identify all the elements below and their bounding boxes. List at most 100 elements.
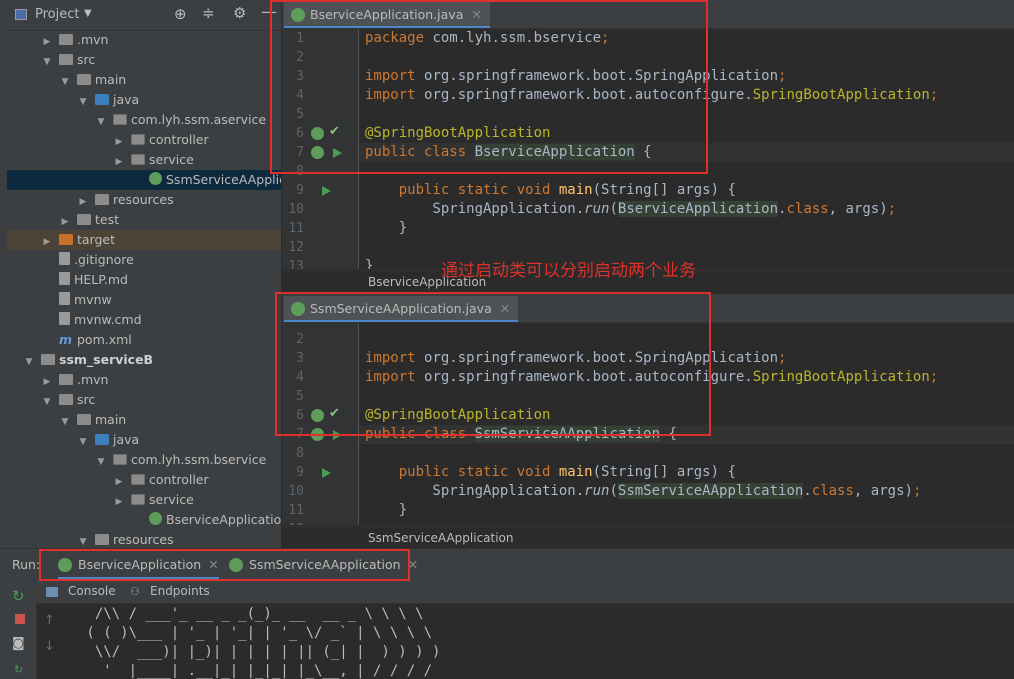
code-line[interactable]: import org.springframework.boot.SpringAp…	[365, 67, 786, 86]
chevron-right-icon[interactable]: ▶	[113, 492, 125, 512]
code-line[interactable]: public class BserviceApplication {	[365, 143, 652, 162]
code-line[interactable]: public class SsmServiceAApplication {	[365, 425, 677, 444]
chevron-down-icon[interactable]: ▼	[84, 8, 92, 19]
code-line[interactable]: }	[365, 257, 373, 269]
code-line[interactable]: }	[365, 501, 407, 520]
chevron-right-icon[interactable]: ▶	[113, 132, 125, 152]
source-folder-icon	[95, 94, 109, 105]
chevron-down-icon[interactable]: ▼	[23, 352, 35, 372]
run-gutter-icon[interactable]	[322, 468, 331, 478]
locate-icon[interactable]: ⊕	[174, 5, 187, 23]
tree-item[interactable]: ▼ com.lyh.ssm.aservice	[7, 110, 281, 130]
collapse-icon[interactable]: ≑	[202, 4, 215, 22]
tree-item[interactable]: ▶ test	[7, 210, 281, 230]
chevron-down-icon[interactable]: ▼	[77, 532, 89, 548]
run-gutter-icon[interactable]	[333, 148, 342, 158]
chevron-down-icon[interactable]: ▼	[41, 52, 53, 72]
bean-icon[interactable]	[311, 409, 324, 422]
chevron-down-icon[interactable]: ▼	[95, 452, 107, 472]
spring-class-icon[interactable]	[311, 428, 324, 441]
tree-item[interactable]: m pom.xml	[7, 330, 281, 350]
close-icon[interactable]: ✕	[408, 557, 418, 572]
code-line[interactable]: @SpringBootApplication	[365, 124, 550, 143]
chevron-right-icon[interactable]: ▶	[41, 372, 53, 392]
tree-item[interactable]: ▶ service	[7, 150, 281, 170]
tree-item[interactable]: ▼ java	[7, 430, 281, 450]
tree-item[interactable]: .gitignore	[7, 250, 281, 270]
code-token: }	[365, 502, 408, 518]
chevron-right-icon[interactable]: ▶	[59, 212, 71, 232]
checked-icon[interactable]: ✔	[329, 406, 340, 421]
tree-item[interactable]: ▶ .mvn	[7, 370, 281, 390]
tree-item[interactable]: ▶ resources	[7, 190, 281, 210]
code-token: ;	[912, 483, 922, 499]
tree-item[interactable]: ▼ com.lyh.ssm.bservice	[7, 450, 281, 470]
editor-top-code[interactable]: 1 package com.lyh.ssm.bservice; 2 3 import o…	[282, 29, 1014, 269]
tree-item[interactable]: ▶ service	[7, 490, 281, 510]
rerun-icon[interactable]: ↻	[12, 587, 25, 605]
editor-bottom-code[interactable]: 2 3 import org.springframework.boot.Spring…	[282, 323, 1014, 525]
folder-icon	[95, 534, 109, 545]
tree-item[interactable]: ▼ ssm_serviceB	[7, 350, 281, 370]
code-line[interactable]: import org.springframework.boot.autoconf…	[365, 86, 938, 105]
close-icon[interactable]: ✕	[500, 301, 510, 316]
editor-tab-bservice[interactable]: BserviceApplication.java ✕	[284, 2, 490, 28]
editor-tab-ssmservicea[interactable]: SsmServiceAApplication.java ✕	[284, 296, 519, 322]
editor-bottom-breadcrumb[interactable]: SsmServiceAApplication	[282, 526, 1014, 549]
tree-item[interactable]: SsmServiceAApplication	[7, 170, 281, 190]
tree-item[interactable]: ▼ src	[7, 390, 281, 410]
tree-item[interactable]: ▶ .mvn	[7, 30, 281, 50]
chevron-right-icon[interactable]: ▶	[113, 152, 125, 172]
run-tab-bservice[interactable]: BserviceApplication ✕	[58, 553, 219, 579]
project-title[interactable]: Project	[35, 7, 79, 22]
tree-item[interactable]: mvnw.cmd	[7, 310, 281, 330]
code-line[interactable]: }	[365, 219, 407, 238]
code-line[interactable]: import org.springframework.boot.autoconf…	[365, 368, 938, 387]
code-line[interactable]: public static void main(String[] args) {	[365, 463, 736, 482]
chevron-right-icon[interactable]: ▶	[41, 232, 53, 252]
code-line[interactable]: @SpringBootApplication	[365, 406, 550, 425]
project-panel: Project ▼ ⊕ ≑ ⚙ — ▶ .mvn ▼ src ▼ main ▼ java ▼ co…	[7, 0, 281, 548]
spring-class-icon[interactable]	[311, 146, 324, 159]
code-token: ;	[887, 201, 897, 217]
checked-icon[interactable]: ✔	[329, 124, 340, 139]
tree-item[interactable]: ▶ controller	[7, 130, 281, 150]
run-tab-ssmservicea[interactable]: SsmServiceAApplication ✕	[229, 553, 418, 577]
bean-icon[interactable]	[311, 127, 324, 140]
tree-item[interactable]: HELP.md	[7, 270, 281, 290]
chevron-down-icon[interactable]: ▼	[95, 112, 107, 132]
tree-item[interactable]: ▼ resources	[7, 530, 281, 548]
chevron-down-icon[interactable]: ▼	[59, 412, 71, 432]
chevron-right-icon[interactable]: ▶	[113, 472, 125, 492]
tree-item[interactable]: ▼ java	[7, 90, 281, 110]
tree-item[interactable]: ▼ src	[7, 50, 281, 70]
close-icon[interactable]: ✕	[471, 7, 481, 22]
code-line[interactable]: package com.lyh.ssm.bservice;	[365, 29, 609, 48]
code-line[interactable]: SpringApplication.run(BserviceApplicatio…	[365, 200, 896, 219]
chevron-down-icon[interactable]: ▼	[41, 392, 53, 412]
tree-item[interactable]: ▶ controller	[7, 470, 281, 490]
tree-item[interactable]: ▶ target	[7, 230, 281, 250]
code-line[interactable]: public static void main(String[] args) {	[365, 181, 736, 200]
tree-item[interactable]: mvnw	[7, 290, 281, 310]
close-icon[interactable]: ✕	[208, 557, 218, 572]
hide-icon[interactable]: —	[261, 2, 277, 21]
chevron-down-icon[interactable]: ▼	[77, 432, 89, 452]
run-gutter-icon[interactable]	[322, 186, 331, 196]
breadcrumb-item[interactable]: SsmServiceAApplication	[282, 531, 514, 545]
folder-icon	[77, 214, 91, 225]
chevron-down-icon[interactable]: ▼	[77, 92, 89, 112]
chevron-down-icon[interactable]: ▼	[59, 72, 71, 92]
endpoints-tab[interactable]: Endpoints	[150, 584, 210, 598]
chevron-right-icon[interactable]: ▶	[41, 32, 53, 52]
code-line[interactable]: import org.springframework.boot.SpringAp…	[365, 349, 786, 368]
tree-item[interactable]: BserviceApplication	[7, 510, 281, 530]
console-tab[interactable]: Console	[68, 584, 116, 598]
gear-icon[interactable]: ⚙	[233, 4, 246, 22]
chevron-right-icon[interactable]: ▶	[77, 192, 89, 212]
run-gutter-icon[interactable]	[333, 430, 342, 440]
code-line[interactable]: SpringApplication.run(SsmServiceAApplica…	[365, 482, 921, 501]
tree-item[interactable]: ▼ main	[7, 70, 281, 90]
console-output[interactable]: /\\ / ___'_ __ _ _(_)_ __ __ _ \ \ \ \ (…	[0, 605, 1014, 679]
tree-item[interactable]: ▼ main	[7, 410, 281, 430]
